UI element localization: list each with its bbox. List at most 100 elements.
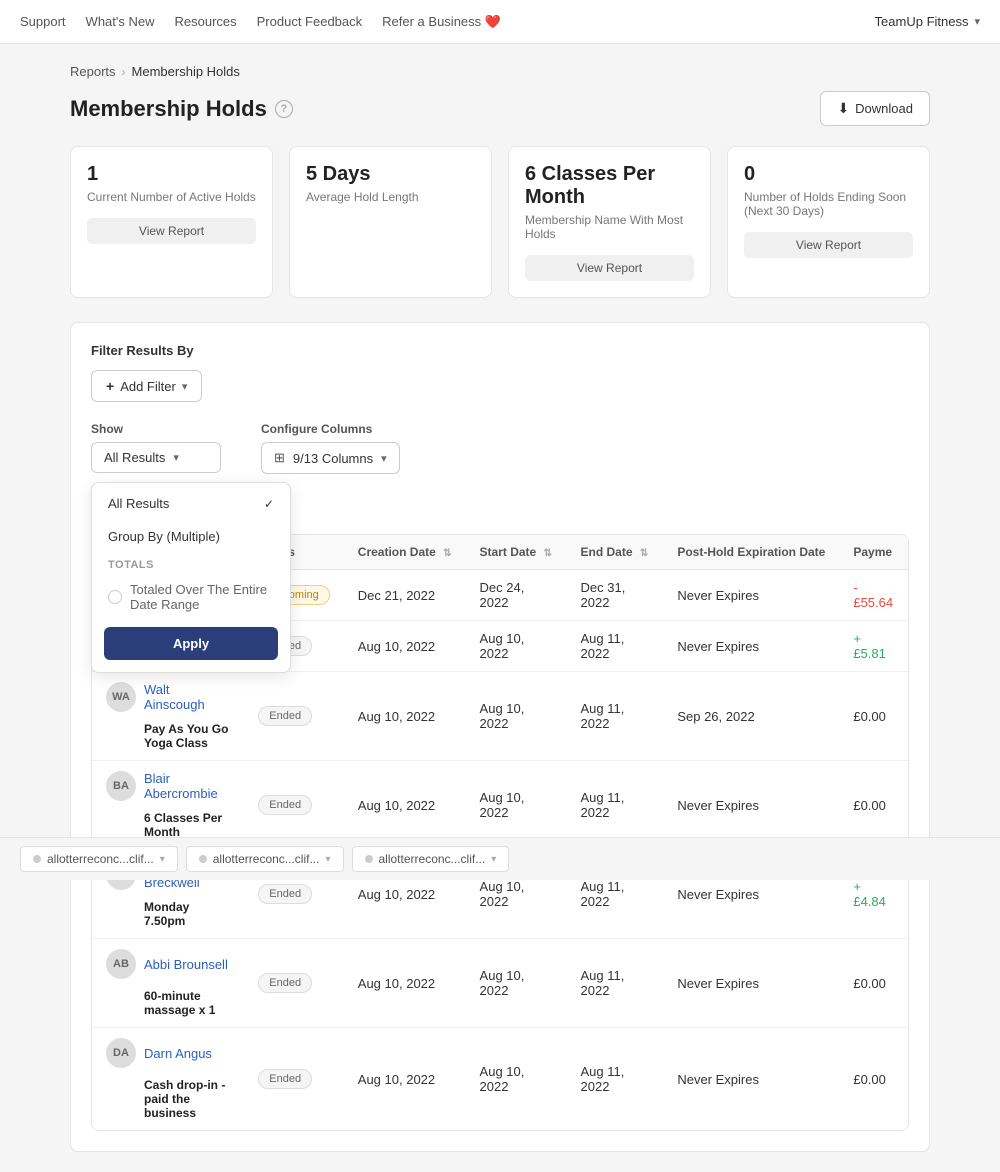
status-badge: Ended [258, 973, 312, 993]
payment-cell: - £55.64 [839, 570, 908, 621]
status-badge: Ended [258, 795, 312, 815]
payment-cell: + £5.81 [839, 621, 908, 672]
sort-end-icon[interactable]: ⇅ [640, 548, 648, 559]
col-creation[interactable]: Creation Date ⇅ [344, 535, 466, 570]
avatar-cell: WAWalt AinscoughPay As You Go Yoga Class [106, 682, 230, 750]
expiration-cell: Never Expires [663, 570, 839, 621]
show-selected-value: All Results [104, 450, 165, 465]
download-button[interactable]: ⬇ Download [820, 91, 930, 126]
page-title-text: Membership Holds [70, 96, 267, 122]
bottom-tab-2-chevron: ▾ [325, 854, 330, 865]
payment-cell: £0.00 [839, 672, 908, 761]
account-menu[interactable]: TeamUp Fitness ▾ [875, 14, 980, 29]
status-badge: Ended [258, 1069, 312, 1089]
nav-links: Support What's New Resources Product Fee… [20, 14, 501, 30]
col-payment: Payme [839, 535, 908, 570]
member-cell: DA Darn Angus Cash drop-in - paid the busi… [92, 1028, 244, 1131]
expiration-cell: Never Expires [663, 1028, 839, 1131]
table-row: ABAbbi Brounsell60-minute massage x 1End… [92, 939, 908, 1028]
dot-icon-2 [199, 855, 207, 863]
columns-label: Configure Columns [261, 422, 400, 436]
member-name[interactable]: Darn Angus [144, 1046, 212, 1061]
membership-name: Monday 7.50pm [144, 900, 230, 928]
col-start[interactable]: Start Date ⇅ [466, 535, 567, 570]
table-row: WAWalt AinscoughPay As You Go Yoga Class… [92, 672, 908, 761]
add-filter-button[interactable]: + Add Filter ▾ [91, 370, 202, 402]
show-control-group: Show All Results ▾ All Results ✓ Group B… [91, 422, 221, 473]
dropdown-option-group[interactable]: Group By (Multiple) [92, 520, 290, 553]
dropdown-totals-option[interactable]: Totaled Over The Entire Date Range [92, 575, 290, 619]
member-name[interactable]: Walt Ainscough [144, 682, 230, 712]
nav-refer[interactable]: Refer a Business ❤️ [382, 14, 501, 30]
member-name[interactable]: Abbi Brounsell [144, 957, 228, 972]
avatar: WA [106, 682, 136, 712]
bottom-tab-1-chevron: ▾ [160, 854, 165, 865]
avatar-cell: ABAbbi Brounsell60-minute massage x 1 [106, 949, 230, 1017]
breadcrumb-current: Membership Holds [132, 64, 240, 79]
payment-cell: £0.00 [839, 1028, 908, 1131]
filter-section: Filter Results By + Add Filter ▾ Show Al… [70, 322, 930, 1152]
radio-circle-icon [108, 590, 122, 604]
end-date-cell: Aug 11, 2022 [567, 1028, 664, 1131]
avatar-cell: DA Darn Angus Cash drop-in - paid the busi… [106, 1038, 230, 1120]
download-icon: ⬇ [837, 100, 849, 117]
stat-card-most-holds: 6 Classes Per Month Membership Name With… [508, 146, 711, 298]
start-date-cell: Aug 10, 2022 [466, 939, 567, 1028]
membership-name: 60-minute massage x 1 [144, 989, 230, 1017]
plus-icon: + [106, 378, 114, 394]
status-badge: Ended [258, 706, 312, 726]
creation-date-cell: Aug 10, 2022 [344, 672, 466, 761]
bottom-tab-1[interactable]: allotterreconc...clif... ▾ [20, 846, 178, 872]
show-label: Show [91, 422, 221, 436]
payment-cell: £0.00 [839, 939, 908, 1028]
status-badge: Ended [258, 884, 312, 904]
end-date-cell: Aug 11, 2022 [567, 939, 664, 1028]
chevron-down-icon: ▾ [974, 15, 980, 28]
avatar: DA [106, 1038, 136, 1068]
table-row: DA Darn Angus Cash drop-in - paid the busi… [92, 1028, 908, 1131]
sort-start-icon[interactable]: ⇅ [544, 548, 552, 559]
dropdown-option-all-label: All Results [108, 496, 169, 511]
dropdown-option-all[interactable]: All Results ✓ [92, 487, 290, 520]
membership-name: Cash drop-in - paid the business [144, 1078, 230, 1120]
bottom-tab-2-label: allotterreconc...clif... [213, 852, 320, 866]
nav-support[interactable]: Support [20, 14, 66, 30]
account-name: TeamUp Fitness [875, 14, 969, 29]
dot-icon-1 [33, 855, 41, 863]
stat-card-hold-length: 5 Days Average Hold Length [289, 146, 492, 298]
view-report-most[interactable]: View Report [525, 255, 694, 281]
bottom-tab-3[interactable]: allotterreconc...clif... ▾ [352, 846, 510, 872]
dropdown-totals-option-label: Totaled Over The Entire Date Range [130, 582, 274, 612]
bottom-tab-2[interactable]: allotterreconc...clif... ▾ [186, 846, 344, 872]
stat-value-ending: 0 [744, 163, 913, 186]
col-expiration: Post-Hold Expiration Date [663, 535, 839, 570]
dot-icon-3 [365, 855, 373, 863]
view-report-active[interactable]: View Report [87, 218, 256, 244]
creation-date-cell: Aug 10, 2022 [344, 621, 466, 672]
bottom-tab-1-label: allotterreconc...clif... [47, 852, 154, 866]
sort-creation-icon[interactable]: ⇅ [443, 548, 451, 559]
columns-icon: ⊞ [274, 450, 285, 466]
start-date-cell: Aug 10, 2022 [466, 1028, 567, 1131]
info-icon[interactable]: ? [275, 100, 293, 118]
bottom-tab-3-chevron: ▾ [491, 854, 496, 865]
stat-card-ending-soon: 0 Number of Holds Ending Soon (Next 30 D… [727, 146, 930, 298]
membership-name: 6 Classes Per Month [144, 811, 230, 839]
columns-select[interactable]: ⊞ 9/13 Columns ▾ [261, 442, 400, 474]
filter-title: Filter Results By [91, 343, 909, 358]
breadcrumb-parent[interactable]: Reports [70, 64, 116, 79]
expiration-cell: Never Expires [663, 939, 839, 1028]
stat-label-active: Current Number of Active Holds [87, 190, 256, 204]
expiration-cell: Never Expires [663, 621, 839, 672]
apply-button[interactable]: Apply [104, 627, 278, 660]
view-report-ending[interactable]: View Report [744, 232, 913, 258]
nav-product-feedback[interactable]: Product Feedback [257, 14, 363, 30]
start-date-cell: Dec 24, 2022 [466, 570, 567, 621]
member-name[interactable]: Blair Abercrombie [144, 771, 230, 801]
add-filter-chevron: ▾ [182, 380, 188, 393]
show-select[interactable]: All Results ▾ [91, 442, 221, 473]
nav-whats-new[interactable]: What's New [86, 14, 155, 30]
dropdown-option-group-label: Group By (Multiple) [108, 529, 220, 544]
col-end[interactable]: End Date ⇅ [567, 535, 664, 570]
nav-resources[interactable]: Resources [175, 14, 237, 30]
